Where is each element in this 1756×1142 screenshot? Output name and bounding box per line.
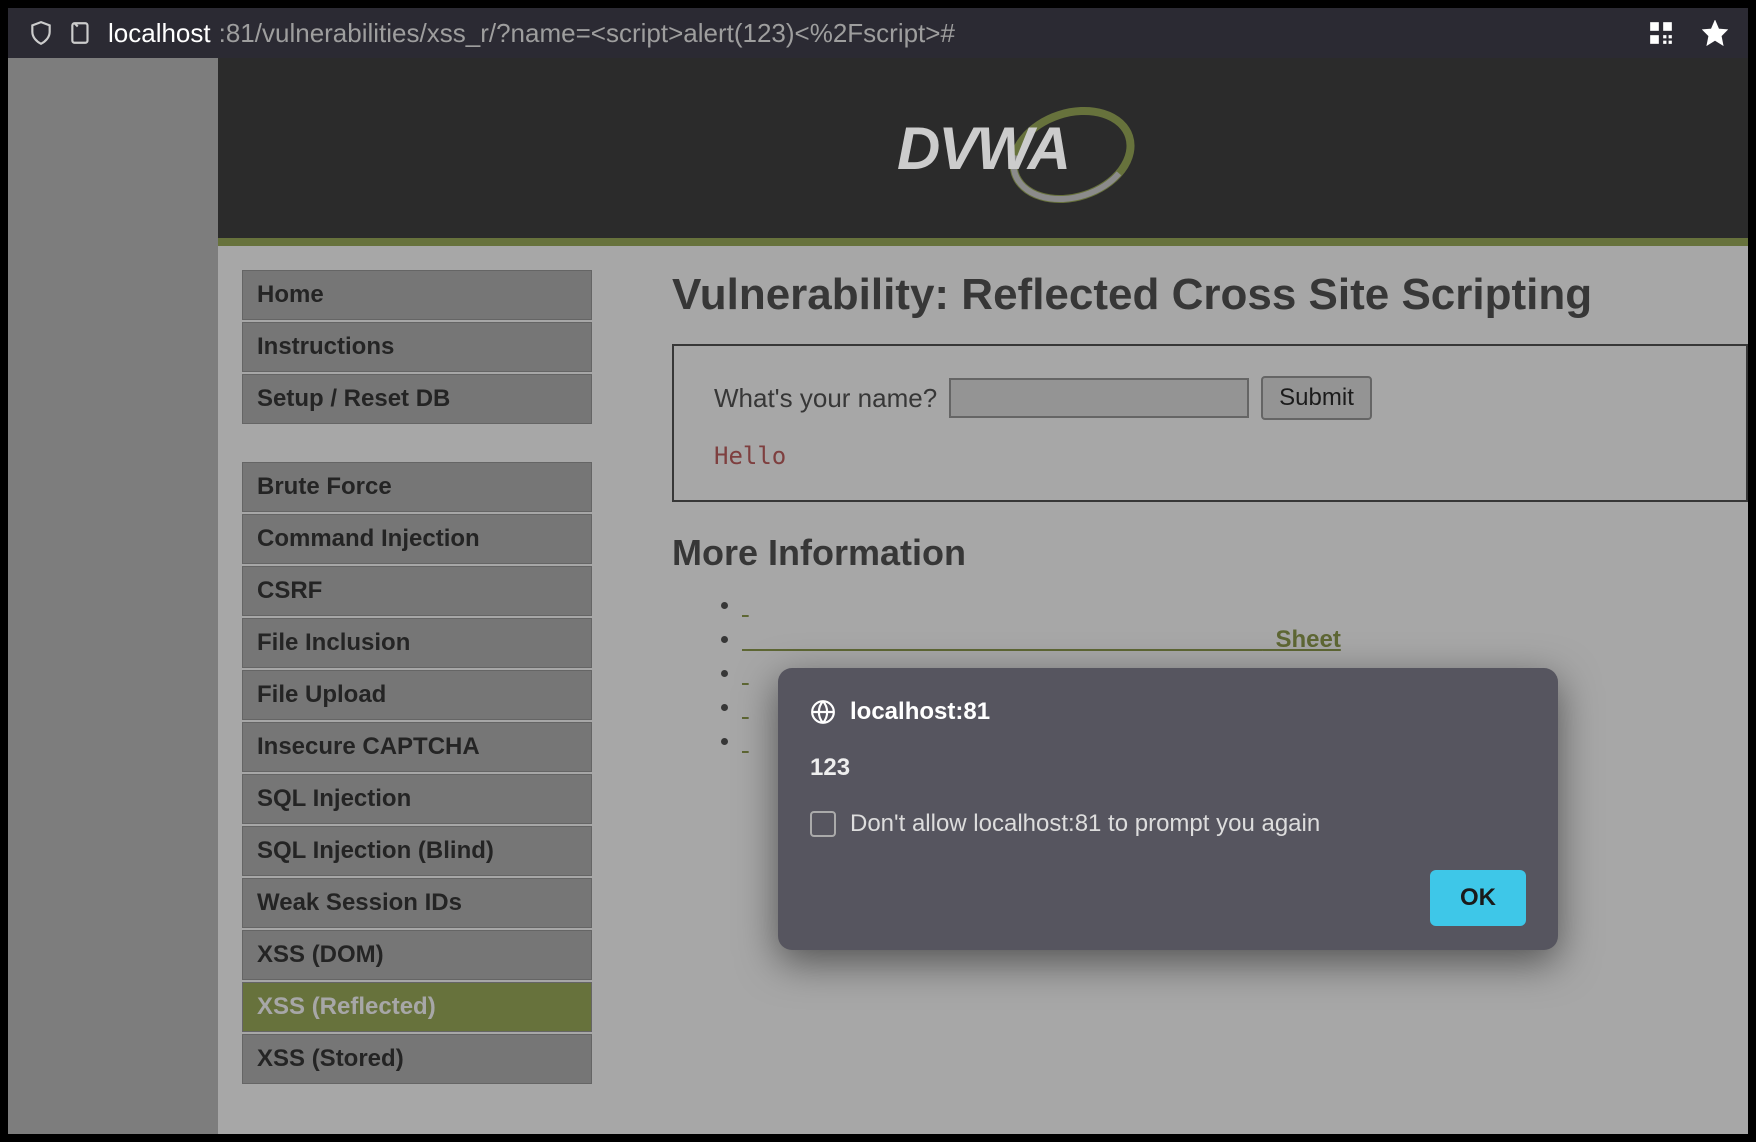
page-content: DVWA Home Instructions Setup / Reset DB … bbox=[218, 58, 1748, 1134]
dvwa-logo: DVWA bbox=[897, 114, 1069, 183]
alert-origin: localhost:81 bbox=[810, 698, 1526, 726]
sidebar-item-insecure-captcha[interactable]: Insecure CAPTCHA bbox=[242, 722, 592, 772]
url-host: localhost bbox=[108, 18, 211, 49]
accent-divider bbox=[218, 238, 1748, 246]
sidebar-item-sql-injection[interactable]: SQL Injection bbox=[242, 774, 592, 824]
name-input[interactable] bbox=[949, 378, 1249, 418]
logo-text: DVWA bbox=[897, 114, 1069, 183]
sidebar-item-file-upload[interactable]: File Upload bbox=[242, 670, 592, 720]
info-link[interactable] bbox=[742, 660, 749, 687]
sidebar-item-instructions[interactable]: Instructions bbox=[242, 322, 592, 372]
alert-message: 123 bbox=[810, 754, 1526, 782]
sidebar-item-xss-dom[interactable]: XSS (DOM) bbox=[242, 930, 592, 980]
alert-origin-text: localhost:81 bbox=[850, 698, 990, 726]
alert-suppress-label: Don't allow localhost:81 to prompt you a… bbox=[850, 810, 1320, 838]
bookmark-star-icon[interactable] bbox=[1702, 20, 1728, 46]
sidebar-item-command-injection[interactable]: Command Injection bbox=[242, 514, 592, 564]
browser-url-bar: localhost :81/vulnerabilities/xss_r/?name… bbox=[0, 0, 1756, 58]
info-link[interactable] bbox=[742, 694, 749, 721]
alert-suppress-checkbox[interactable] bbox=[810, 811, 836, 837]
list-item bbox=[742, 592, 1748, 620]
page-title: Vulnerability: Reflected Cross Site Scri… bbox=[672, 270, 1748, 320]
output-text: Hello bbox=[714, 442, 1706, 470]
site-header: DVWA bbox=[218, 58, 1748, 238]
url-text[interactable]: localhost :81/vulnerabilities/xss_r/?name… bbox=[108, 18, 1620, 49]
form-label: What's your name? bbox=[714, 383, 937, 414]
info-link[interactable]: _Sheet bbox=[742, 626, 1341, 653]
sidebar-item-csrf[interactable]: CSRF bbox=[242, 566, 592, 616]
javascript-alert-dialog: localhost:81 123 Don't allow localhost:8… bbox=[778, 668, 1558, 950]
sidebar-item-xss-reflected[interactable]: XSS (Reflected) bbox=[242, 982, 592, 1032]
globe-icon bbox=[810, 699, 836, 725]
more-info-heading: More Information bbox=[672, 532, 1748, 574]
list-item: _Sheet bbox=[742, 626, 1748, 654]
sidebar-item-file-inclusion[interactable]: File Inclusion bbox=[242, 618, 592, 668]
page-info-icon[interactable] bbox=[68, 20, 94, 46]
alert-suppress-row[interactable]: Don't allow localhost:81 to prompt you a… bbox=[810, 810, 1526, 838]
url-path: :81/vulnerabilities/xss_r/?name=<script>… bbox=[219, 18, 955, 49]
qr-grid-icon[interactable] bbox=[1648, 20, 1674, 46]
form-box: What's your name? Submit Hello bbox=[672, 344, 1748, 502]
sidebar-item-xss-stored[interactable]: XSS (Stored) bbox=[242, 1034, 592, 1084]
sidebar-item-brute-force[interactable]: Brute Force bbox=[242, 462, 592, 512]
sidebar-item-home[interactable]: Home bbox=[242, 270, 592, 320]
info-link[interactable] bbox=[742, 592, 749, 619]
info-link[interactable] bbox=[742, 728, 749, 755]
sidebar-item-weak-session-ids[interactable]: Weak Session IDs bbox=[242, 878, 592, 928]
sidebar: Home Instructions Setup / Reset DB Brute… bbox=[242, 270, 592, 1086]
sidebar-item-setup[interactable]: Setup / Reset DB bbox=[242, 374, 592, 424]
page-viewport: DVWA Home Instructions Setup / Reset DB … bbox=[0, 58, 1756, 1142]
sidebar-item-sql-injection-blind[interactable]: SQL Injection (Blind) bbox=[242, 826, 592, 876]
submit-button[interactable]: Submit bbox=[1261, 376, 1372, 420]
shield-icon bbox=[28, 20, 54, 46]
alert-ok-button[interactable]: OK bbox=[1430, 870, 1526, 926]
